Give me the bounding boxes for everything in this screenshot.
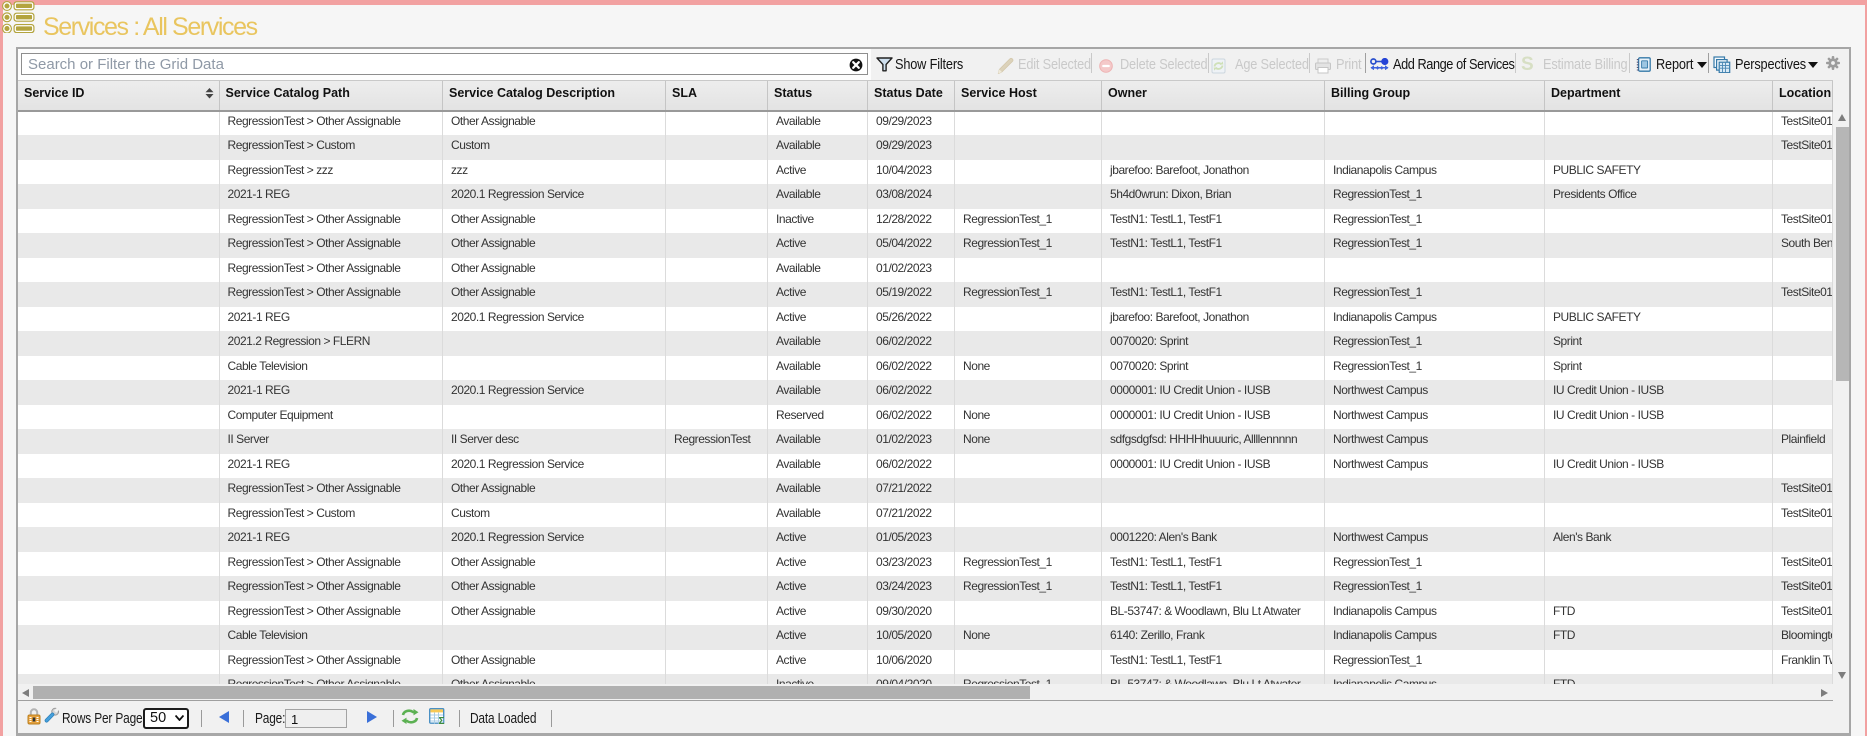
- svg-text:Σ: Σ: [439, 716, 445, 725]
